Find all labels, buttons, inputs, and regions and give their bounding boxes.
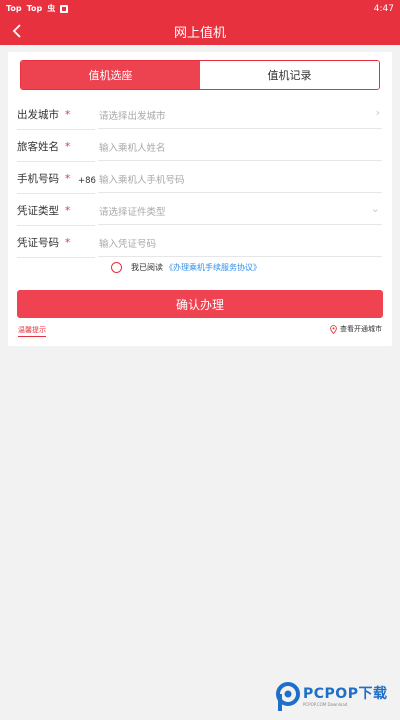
departure-city-row[interactable]: 出发城市* ›: [8, 100, 392, 130]
status-app-icon-3: 虫: [47, 4, 56, 13]
id-number-input[interactable]: [98, 232, 382, 257]
location-pin-icon: [330, 324, 337, 334]
tips-link[interactable]: 温馨提示: [18, 325, 46, 337]
watermark: PCPOP下载 PCPOP.COM Download: [275, 682, 387, 712]
confirm-button[interactable]: 确认办理: [17, 290, 383, 318]
status-bar: Top Top 虫 4:47: [0, 0, 400, 17]
chevron-down-icon: ⌄: [370, 202, 380, 215]
departure-city-label: 出发城市 *: [17, 109, 71, 121]
passenger-name-row: 旅客姓名 *: [8, 132, 392, 162]
watermark-sub: PCPOP.COM Download: [303, 702, 348, 707]
open-cities-link[interactable]: 查看开通城市: [330, 324, 382, 334]
phone-row: 手机号码 * +86: [8, 164, 392, 194]
id-type-select[interactable]: [98, 200, 382, 225]
agreement-row: 我已阅读 《办理乘机手续服务协议》: [8, 262, 392, 273]
page-title: 网上值机: [173, 25, 226, 41]
status-app-icon-2: Top: [26, 4, 43, 13]
watermark-brand: PCPOP: [303, 686, 359, 702]
watermark-suffix: 下载: [358, 686, 388, 702]
agreement-radio[interactable]: [111, 262, 122, 273]
passenger-name-input[interactable]: [98, 136, 382, 161]
agreement-link[interactable]: 《办理乘机手续服务协议》: [165, 262, 261, 273]
status-app-icon-1: Top: [6, 4, 22, 13]
departure-city-select[interactable]: [98, 104, 382, 129]
tab-bar: 值机选座 值机记录: [20, 60, 380, 90]
phone-country-code[interactable]: +86: [78, 176, 96, 186]
back-button[interactable]: [8, 22, 26, 40]
notification-icon: [60, 4, 69, 13]
id-type-label: 凭证类型 *: [17, 205, 71, 217]
status-icons: Top Top 虫: [6, 3, 69, 14]
id-number-row: 凭证号码 *: [8, 228, 392, 258]
phone-input[interactable]: [98, 168, 382, 193]
id-type-row[interactable]: 凭证类型* ⌄: [8, 196, 392, 226]
id-number-label: 凭证号码 *: [17, 237, 71, 249]
open-cities-label: 查看开通城市: [340, 325, 382, 333]
tab-checkin-seat[interactable]: 值机选座: [21, 61, 200, 89]
passenger-name-label: 旅客姓名 *: [17, 141, 71, 153]
phone-label: 手机号码 *: [17, 173, 71, 185]
agreement-text: 我已阅读: [131, 263, 163, 272]
status-time: 4:47: [373, 3, 394, 14]
checkin-card: 值机选座 值机记录 出发城市* › 旅客姓名* 手机号码* +86 凭证类型* …: [8, 52, 392, 346]
chevron-left-icon: [12, 24, 21, 38]
nav-bar: 网上值机: [0, 17, 400, 45]
chevron-right-icon: ›: [375, 106, 380, 119]
tab-checkin-records[interactable]: 值机记录: [200, 61, 379, 89]
pcpop-logo-icon: [276, 682, 300, 711]
